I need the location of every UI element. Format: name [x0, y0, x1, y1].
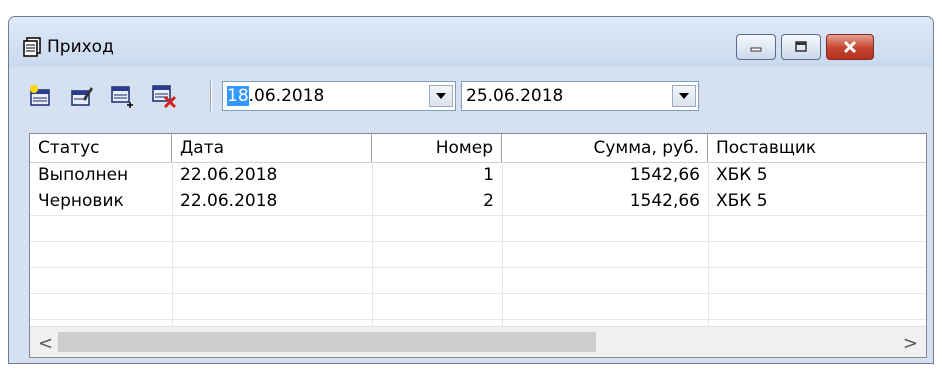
date-from-rest: .06.2018 [248, 86, 325, 106]
date-to-picker[interactable]: 25.06.2018 [461, 81, 699, 111]
cell-status: Черновик [38, 191, 124, 211]
grid-line [30, 215, 926, 216]
column-header-date[interactable]: Дата [172, 134, 372, 162]
column-header-number[interactable]: Номер [372, 134, 502, 162]
date-to-value: 25.06.2018 [466, 86, 564, 106]
minimize-icon [750, 47, 762, 52]
cell-supplier: ХБК 5 [716, 165, 768, 185]
table-header: Статус Дата Номер Сумма, руб. Поставщик [30, 134, 926, 163]
grid-line [30, 241, 926, 242]
documents-stack-icon [23, 37, 41, 57]
date-from-selected-day: 18 [227, 86, 249, 106]
delete-row-icon[interactable] [151, 83, 177, 109]
horizontal-scrollbar[interactable]: < > [30, 326, 926, 357]
scrollbar-thumb[interactable] [58, 332, 596, 352]
date-from-dropdown-button[interactable] [429, 85, 453, 107]
grid-line [30, 293, 926, 294]
document-window: Приход 18.06.2018 25.06.2018 Статус Дата… [8, 16, 934, 364]
new-document-icon[interactable] [27, 83, 53, 109]
minimize-button[interactable] [736, 34, 776, 60]
maximize-button[interactable] [781, 34, 821, 60]
cell-sum: 1542,66 [629, 191, 700, 211]
chevron-down-icon [436, 93, 446, 99]
documents-table[interactable]: Статус Дата Номер Сумма, руб. Поставщик … [29, 133, 927, 358]
toolbar: 18.06.2018 25.06.2018 [9, 77, 933, 115]
scroll-right-arrow[interactable]: > [903, 333, 918, 354]
chevron-down-icon [679, 93, 689, 99]
scroll-left-arrow[interactable]: < [38, 333, 53, 354]
grid-line [30, 319, 926, 320]
column-header-status[interactable]: Статус [30, 134, 172, 162]
cell-number: 1 [483, 165, 494, 185]
window-title: Приход [47, 37, 114, 57]
date-to-dropdown-button[interactable] [672, 85, 696, 107]
close-button[interactable] [826, 34, 874, 60]
column-header-supplier[interactable]: Поставщик [708, 134, 926, 162]
cell-date: 22.06.2018 [180, 191, 278, 211]
grid-line [30, 267, 926, 268]
column-header-sum[interactable]: Сумма, руб. [502, 134, 708, 162]
cell-sum: 1542,66 [629, 165, 700, 185]
cell-number: 2 [483, 191, 494, 211]
add-row-icon[interactable] [109, 83, 135, 109]
table-row[interactable]: Черновик 22.06.2018 2 1542,66 ХБК 5 [30, 189, 926, 215]
close-icon [843, 40, 857, 54]
toolbar-separator [210, 81, 212, 111]
table-row[interactable]: Выполнен 22.06.2018 1 1542,66 ХБК 5 [30, 163, 926, 189]
edit-document-icon[interactable] [69, 83, 95, 109]
date-from-picker[interactable]: 18.06.2018 [222, 81, 456, 111]
cell-supplier: ХБК 5 [716, 191, 768, 211]
cell-status: Выполнен [38, 165, 129, 185]
cell-date: 22.06.2018 [180, 165, 278, 185]
maximize-icon [795, 41, 807, 52]
title-bar[interactable]: Приход [9, 17, 933, 67]
